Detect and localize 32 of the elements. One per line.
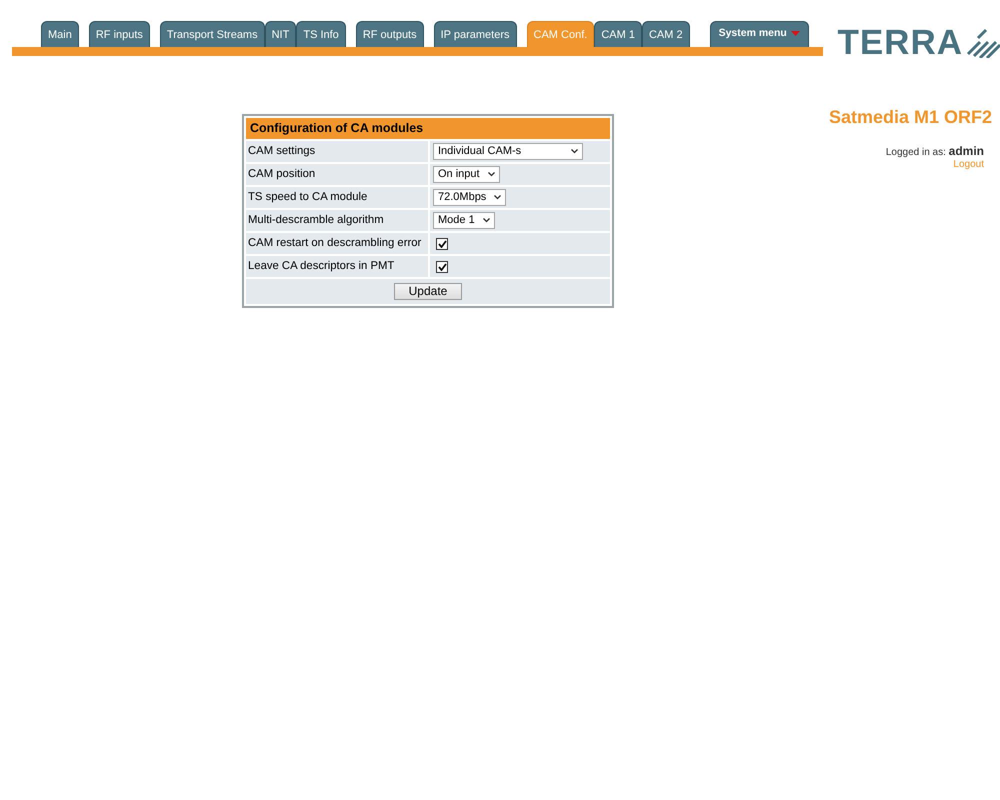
nav-tab[interactable]: CAM 1 [594,21,642,47]
checkbox[interactable] [436,238,448,250]
select-field[interactable]: Mode 1 [433,212,495,229]
nav-tab[interactable]: CAM 2 [642,21,690,47]
nav-tab[interactable]: TS Info [296,21,346,47]
system-menu-button[interactable]: System menu [710,21,809,47]
chevron-down-icon [488,172,495,177]
login-status: Logged in as: admin [886,144,984,158]
select-field[interactable]: Individual CAM-s [433,143,583,160]
dropdown-arrow-icon [790,31,800,36]
chevron-down-icon [494,195,502,200]
device-name: Satmedia M1 ORF2 [828,107,992,128]
setting-label: TS speed to CA module [246,187,428,208]
chevron-down-icon [482,218,490,223]
panel-title: Configuration of CA modules [246,118,610,139]
logo-text: TERRA [837,23,963,63]
select-field[interactable]: On input [433,166,500,183]
nav-tab[interactable]: NIT [264,21,296,47]
nav-tab[interactable]: Transport Streams [160,21,265,47]
nav-tab[interactable]: IP parameters [434,21,517,47]
setting-label: CAM settings [246,141,428,162]
setting-label: Multi-descramble algorithm [246,210,428,231]
nav-tab[interactable]: RF inputs [88,21,150,47]
update-button[interactable]: Update [394,282,462,300]
checkbox[interactable] [436,260,448,272]
chevron-down-icon [571,149,578,154]
select-field[interactable]: 72.0Mbps [433,189,506,206]
setting-label: Leave CA descriptors in PMT [246,256,428,277]
nav-tab[interactable]: RF outputs [356,21,424,47]
setting-label: CAM position [246,164,428,185]
nav-tab[interactable]: Main [41,21,79,47]
setting-label: CAM restart on descrambling error [246,233,428,254]
